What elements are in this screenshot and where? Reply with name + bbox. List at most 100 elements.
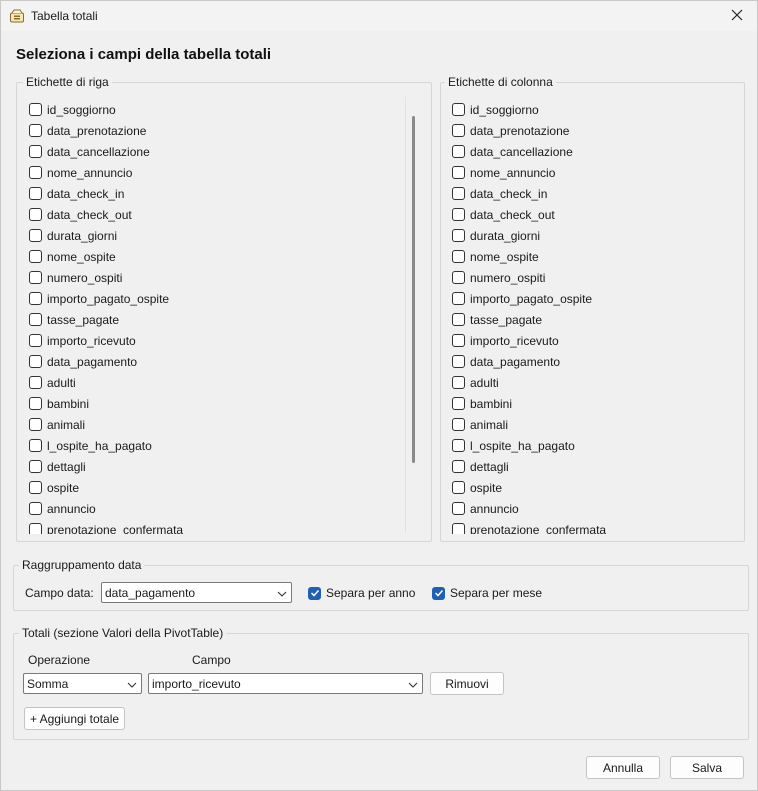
column-label-item[interactable]: adulti — [452, 372, 737, 393]
column-label-item[interactable]: data_cancellazione — [452, 141, 737, 162]
row-label-item[interactable]: data_check_in — [29, 183, 399, 204]
row-label-item[interactable]: numero_ospiti — [29, 267, 399, 288]
checkbox-icon[interactable] — [452, 208, 465, 221]
row-label-item[interactable]: data_prenotazione — [29, 120, 399, 141]
column-label-item[interactable]: durata_giorni — [452, 225, 737, 246]
checkbox-icon[interactable] — [452, 481, 465, 494]
row-label-item[interactable]: nome_annuncio — [29, 162, 399, 183]
row-label-item[interactable]: durata_giorni — [29, 225, 399, 246]
checkbox-icon[interactable] — [29, 523, 42, 534]
checkbox-icon[interactable] — [452, 355, 465, 368]
column-label-item[interactable]: animali — [452, 414, 737, 435]
column-label-item[interactable]: tasse_pagate — [452, 309, 737, 330]
row-label-item[interactable]: data_pagamento — [29, 351, 399, 372]
column-label-item[interactable]: data_pagamento — [452, 351, 737, 372]
row-label-item[interactable]: tasse_pagate — [29, 309, 399, 330]
close-button[interactable] — [717, 1, 757, 31]
column-label-item[interactable]: nome_ospite — [452, 246, 737, 267]
split-month-checkbox[interactable]: Separa per mese — [432, 586, 542, 600]
row-label-item[interactable]: data_check_out — [29, 204, 399, 225]
checkbox-icon[interactable] — [452, 292, 465, 305]
checkbox-icon[interactable] — [29, 229, 42, 242]
checkbox-icon[interactable] — [452, 439, 465, 452]
checkbox-icon[interactable] — [452, 124, 465, 137]
row-labels-scrollbar-track[interactable] — [405, 97, 406, 533]
checkbox-icon[interactable] — [452, 376, 465, 389]
total-field-select[interactable]: importo_ricevuto — [148, 673, 423, 694]
checkbox-icon[interactable] — [29, 145, 42, 158]
row-label-item[interactable]: annuncio — [29, 498, 399, 519]
checkbox-icon[interactable] — [29, 460, 42, 473]
column-label-item[interactable]: prenotazione_confermata — [452, 519, 737, 534]
row-label-item[interactable]: l_ospite_ha_pagato — [29, 435, 399, 456]
checkbox-icon[interactable] — [452, 166, 465, 179]
column-label-item[interactable]: bambini — [452, 393, 737, 414]
split-year-checkbox[interactable]: Separa per anno — [308, 586, 415, 600]
column-label-item[interactable]: nome_annuncio — [452, 162, 737, 183]
checkbox-icon[interactable] — [29, 187, 42, 200]
checkbox-icon[interactable] — [29, 271, 42, 284]
cancel-button[interactable]: Annulla — [586, 756, 660, 779]
checkbox-icon[interactable] — [452, 313, 465, 326]
operation-select[interactable]: Somma — [23, 673, 142, 694]
row-label-item[interactable]: dettagli — [29, 456, 399, 477]
column-label-item[interactable]: data_prenotazione — [452, 120, 737, 141]
checkbox-icon[interactable] — [452, 271, 465, 284]
column-label-item[interactable]: numero_ospiti — [452, 267, 737, 288]
checkbox-icon[interactable] — [29, 208, 42, 221]
remove-button[interactable]: Rimuovi — [430, 672, 504, 695]
row-label-item[interactable]: ospite — [29, 477, 399, 498]
checkbox-icon[interactable] — [452, 460, 465, 473]
checkbox-icon[interactable] — [29, 376, 42, 389]
column-label-item[interactable]: data_check_in — [452, 183, 737, 204]
checkbox-icon[interactable] — [452, 145, 465, 158]
column-labels-list[interactable]: id_soggiorno data_prenotazione data_cancel… — [452, 99, 737, 534]
row-labels-list[interactable]: id_soggiorno data_prenotazione data_cancel… — [29, 99, 399, 534]
checkbox-icon[interactable] — [29, 166, 42, 179]
column-label-item[interactable]: ospite — [452, 477, 737, 498]
row-label-item-label: ospite — [47, 480, 80, 495]
row-labels-scrollbar-thumb[interactable] — [412, 116, 415, 463]
checkbox-icon[interactable] — [452, 502, 465, 515]
checkbox-icon[interactable] — [29, 355, 42, 368]
row-label-item[interactable]: data_cancellazione — [29, 141, 399, 162]
column-label-item[interactable]: l_ospite_ha_pagato — [452, 435, 737, 456]
column-label-item[interactable]: annuncio — [452, 498, 737, 519]
row-label-item[interactable]: adulti — [29, 372, 399, 393]
checkbox-icon[interactable] — [29, 103, 42, 116]
checkbox-icon[interactable] — [452, 334, 465, 347]
checkbox-icon[interactable] — [29, 292, 42, 305]
checkbox-icon[interactable] — [29, 481, 42, 494]
checkbox-icon[interactable] — [29, 418, 42, 431]
column-label-item[interactable]: importo_pagato_ospite — [452, 288, 737, 309]
add-total-button[interactable]: + Aggiungi totale — [24, 707, 125, 730]
save-button[interactable]: Salva — [670, 756, 744, 779]
column-label-item[interactable]: id_soggiorno — [452, 99, 737, 120]
row-label-item[interactable]: id_soggiorno — [29, 99, 399, 120]
column-label-item[interactable]: importo_ricevuto — [452, 330, 737, 351]
date-field-select[interactable]: data_pagamento — [101, 582, 292, 603]
checkbox-icon[interactable] — [29, 124, 42, 137]
row-label-item[interactable]: importo_ricevuto — [29, 330, 399, 351]
row-label-item[interactable]: nome_ospite — [29, 246, 399, 267]
row-label-item[interactable]: prenotazione_confermata — [29, 519, 399, 534]
checkbox-icon[interactable] — [452, 523, 465, 534]
column-label-item[interactable]: data_check_out — [452, 204, 737, 225]
checkbox-icon[interactable] — [452, 250, 465, 263]
checkbox-icon[interactable] — [29, 250, 42, 263]
checkbox-icon[interactable] — [29, 502, 42, 515]
checkbox-icon[interactable] — [452, 418, 465, 431]
column-label-item[interactable]: dettagli — [452, 456, 737, 477]
checkbox-icon[interactable] — [29, 313, 42, 326]
checkbox-icon[interactable] — [452, 397, 465, 410]
row-label-item[interactable]: bambini — [29, 393, 399, 414]
checkbox-icon[interactable] — [452, 187, 465, 200]
checkbox-icon[interactable] — [29, 334, 42, 347]
row-label-item[interactable]: animali — [29, 414, 399, 435]
checkbox-icon[interactable] — [29, 439, 42, 452]
dialog-window: Tabella totali Seleziona i campi della t… — [0, 0, 758, 791]
checkbox-icon[interactable] — [452, 229, 465, 242]
row-label-item[interactable]: importo_pagato_ospite — [29, 288, 399, 309]
checkbox-icon[interactable] — [29, 397, 42, 410]
checkbox-icon[interactable] — [452, 103, 465, 116]
